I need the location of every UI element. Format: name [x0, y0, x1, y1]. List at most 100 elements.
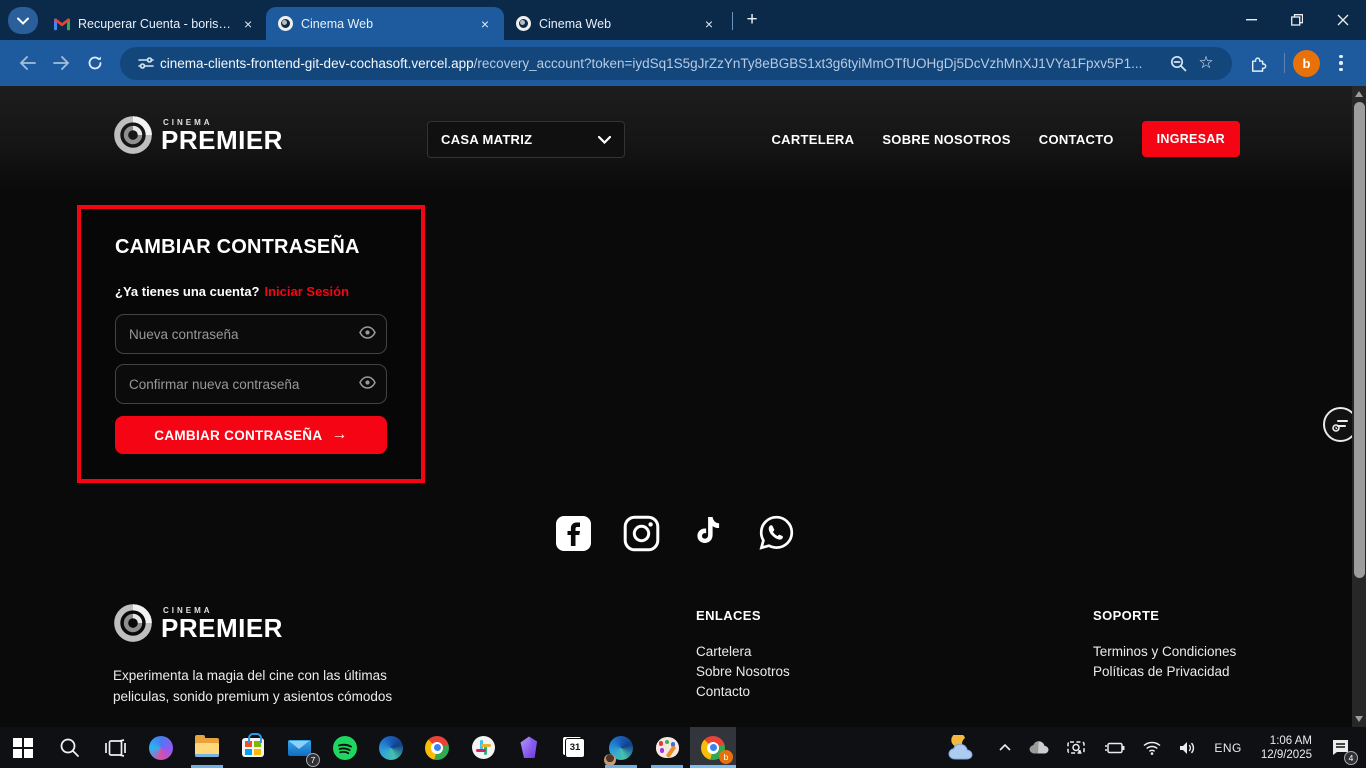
language-indicator[interactable]: ENG — [1205, 727, 1251, 768]
chevron-down-icon — [17, 17, 29, 25]
url-path: /recovery_account?token=iydSq1S5gJrZzYnT… — [474, 56, 1143, 71]
nav-cartelera[interactable]: CARTELERA — [771, 132, 854, 147]
chevron-down-icon — [598, 136, 611, 144]
tab-divider — [732, 12, 733, 30]
scrollbar-down-arrow[interactable] — [1355, 716, 1363, 722]
tray-expand-button[interactable] — [990, 727, 1020, 768]
weather-widget[interactable] — [934, 727, 990, 768]
mail-button[interactable]: 7 — [276, 727, 322, 768]
zoom-out-icon[interactable] — [1164, 49, 1192, 77]
tab-title: Cinema Web — [301, 17, 373, 31]
paint-button[interactable] — [644, 727, 690, 768]
nav-contacto[interactable]: CONTACTO — [1039, 132, 1114, 147]
minimize-icon — [1246, 19, 1257, 21]
tab-close-icon[interactable]: × — [476, 15, 494, 33]
url-text[interactable]: cinema-clients-frontend-git-dev-cochasof… — [160, 56, 1164, 71]
change-password-button[interactable]: CAMBIAR CONTRASEÑA → — [115, 416, 387, 454]
bookmark-star-icon[interactable]: ☆ — [1192, 49, 1220, 77]
onedrive-button[interactable] — [1020, 727, 1058, 768]
taskbar-clock[interactable]: 1:06 AM 12/9/2025 — [1251, 734, 1322, 762]
reload-icon — [87, 55, 103, 71]
notification-center-button[interactable]: 4 — [1322, 727, 1362, 768]
url-bar[interactable]: cinema-clients-frontend-git-dev-cochasof… — [120, 47, 1232, 80]
tab-title: Recuperar Cuenta - borisscrum — [78, 17, 232, 31]
obsidian-button[interactable] — [506, 727, 552, 768]
tab-cinema-web-2[interactable]: Cinema Web × — [504, 7, 728, 40]
slack-button[interactable] — [460, 727, 506, 768]
scrollbar-up-arrow[interactable] — [1355, 91, 1363, 97]
back-button[interactable] — [10, 46, 44, 80]
site-settings-icon[interactable] — [132, 49, 160, 77]
tab-close-icon[interactable]: × — [240, 15, 256, 33]
footer-link-privacidad[interactable]: Políticas de Privacidad — [1093, 662, 1236, 682]
login-button[interactable]: INGRESAR — [1142, 121, 1240, 157]
onedrive-cloud-icon — [1029, 741, 1049, 754]
reload-button[interactable] — [78, 46, 112, 80]
profile-avatar[interactable]: b — [1293, 50, 1320, 77]
show-password-icon[interactable] — [359, 376, 376, 389]
instagram-icon[interactable] — [623, 515, 660, 552]
footer-link-cartelera[interactable]: Cartelera — [696, 642, 790, 662]
browser-menu-icon[interactable] — [1328, 50, 1354, 76]
start-button[interactable] — [0, 727, 46, 768]
edge-profile-button[interactable] — [598, 727, 644, 768]
close-window-button[interactable] — [1320, 0, 1366, 40]
tab-search-button[interactable] — [8, 7, 38, 34]
file-explorer-icon — [195, 738, 219, 757]
tab-close-icon[interactable]: × — [700, 15, 718, 33]
cinema-favicon — [278, 16, 293, 31]
clock-time: 1:06 AM — [1270, 734, 1312, 748]
footer-link-contacto[interactable]: Contacto — [696, 682, 790, 702]
battery-status-button[interactable] — [1094, 727, 1134, 768]
change-password-form: CAMBIAR CONTRASEÑA ¿Ya tienes una cuenta… — [77, 205, 425, 483]
site-logo[interactable]: CINEMA PREMIER — [112, 114, 283, 156]
copilot-button[interactable] — [138, 727, 184, 768]
forward-button[interactable] — [44, 46, 78, 80]
chrome-profile-badge: b — [719, 750, 733, 764]
spotify-button[interactable] — [322, 727, 368, 768]
footer-support-title: SOPORTE — [1093, 608, 1236, 623]
speaker-icon — [1179, 741, 1196, 755]
forward-icon — [53, 56, 70, 70]
iniciar-sesion-link[interactable]: Iniciar Sesión — [265, 284, 350, 299]
file-explorer-button[interactable] — [184, 727, 230, 768]
branch-selected-value: CASA MATRIZ — [441, 132, 532, 147]
page-content: CINEMA PREMIER CASA MATRIZ CARTELERA SOB… — [0, 86, 1366, 727]
whatsapp-icon[interactable] — [757, 514, 796, 552]
minimize-button[interactable] — [1228, 0, 1274, 40]
footer-logo: CINEMA PREMIER — [112, 602, 283, 644]
facebook-icon[interactable] — [556, 516, 591, 551]
new-password-input[interactable] — [115, 314, 387, 354]
task-view-button[interactable] — [92, 727, 138, 768]
calendar-button[interactable]: 31 — [552, 727, 598, 768]
scrollbar-thumb[interactable] — [1354, 102, 1365, 578]
tiktok-icon[interactable] — [692, 515, 725, 552]
microsoft-store-button[interactable] — [230, 727, 276, 768]
screen-share-button[interactable] — [1058, 727, 1094, 768]
paint-icon — [656, 737, 679, 758]
wifi-button[interactable] — [1134, 727, 1170, 768]
tab-title: Cinema Web — [539, 17, 611, 31]
main-nav: CARTELERA SOBRE NOSOTROS CONTACTO INGRES… — [771, 86, 1240, 192]
tab-cinema-web-active[interactable]: Cinema Web × — [266, 7, 504, 40]
extensions-icon[interactable] — [1242, 46, 1276, 80]
maximize-button[interactable] — [1274, 0, 1320, 40]
nav-sobre-nosotros[interactable]: SOBRE NOSOTROS — [882, 132, 1010, 147]
footer-link-terminos[interactable]: Terminos y Condiciones — [1093, 642, 1236, 662]
show-password-icon[interactable] — [359, 326, 376, 339]
tab-gmail[interactable]: Recuperar Cuenta - borisscrum × — [42, 7, 266, 40]
chrome-active-button[interactable]: b — [690, 727, 736, 768]
gmail-icon — [54, 16, 70, 32]
social-links — [0, 514, 1352, 552]
page-scrollbar[interactable] — [1352, 86, 1366, 727]
edge-button[interactable] — [368, 727, 414, 768]
taskbar-search-button[interactable] — [46, 727, 92, 768]
new-tab-button[interactable]: + — [739, 7, 765, 33]
site-header: CINEMA PREMIER CASA MATRIZ CARTELERA SOB… — [0, 86, 1352, 192]
task-view-icon — [105, 739, 126, 757]
footer-link-sobre-nosotros[interactable]: Sobre Nosotros — [696, 662, 790, 682]
volume-button[interactable] — [1170, 727, 1205, 768]
chrome-button[interactable] — [414, 727, 460, 768]
confirm-password-input[interactable] — [115, 364, 387, 404]
branch-selector[interactable]: CASA MATRIZ — [427, 121, 625, 158]
